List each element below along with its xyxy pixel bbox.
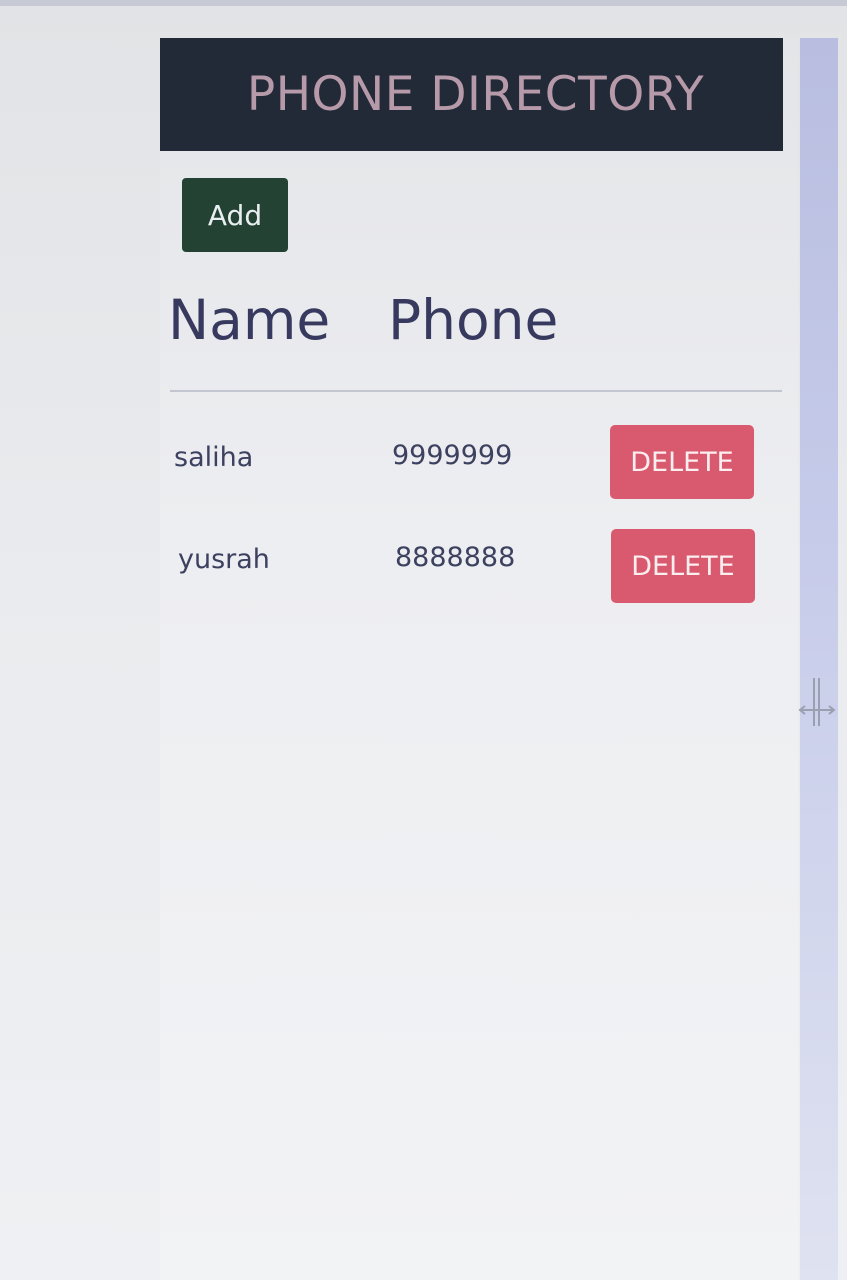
screen: PHONE DIRECTORY Add Name Phone saliha 99… [0,0,847,1280]
header-bar: PHONE DIRECTORY [160,38,783,151]
delete-button[interactable]: DELETE [611,529,755,603]
resize-horizontal-icon [798,678,836,726]
header-divider [170,390,782,392]
name-cell: saliha [174,442,254,473]
column-header-name: Name [168,288,331,352]
column-header-phone: Phone [388,288,559,352]
phone-cell: 8888888 [395,542,516,573]
scrollbar[interactable] [800,38,838,1280]
top-strip [0,0,847,6]
delete-button[interactable]: DELETE [610,425,754,499]
phone-cell: 9999999 [392,440,513,471]
phone-directory-app: PHONE DIRECTORY Add Name Phone saliha 99… [160,38,798,1280]
page-title: PHONE DIRECTORY [246,67,705,122]
add-button[interactable]: Add [182,178,288,252]
name-cell: yusrah [178,544,270,575]
